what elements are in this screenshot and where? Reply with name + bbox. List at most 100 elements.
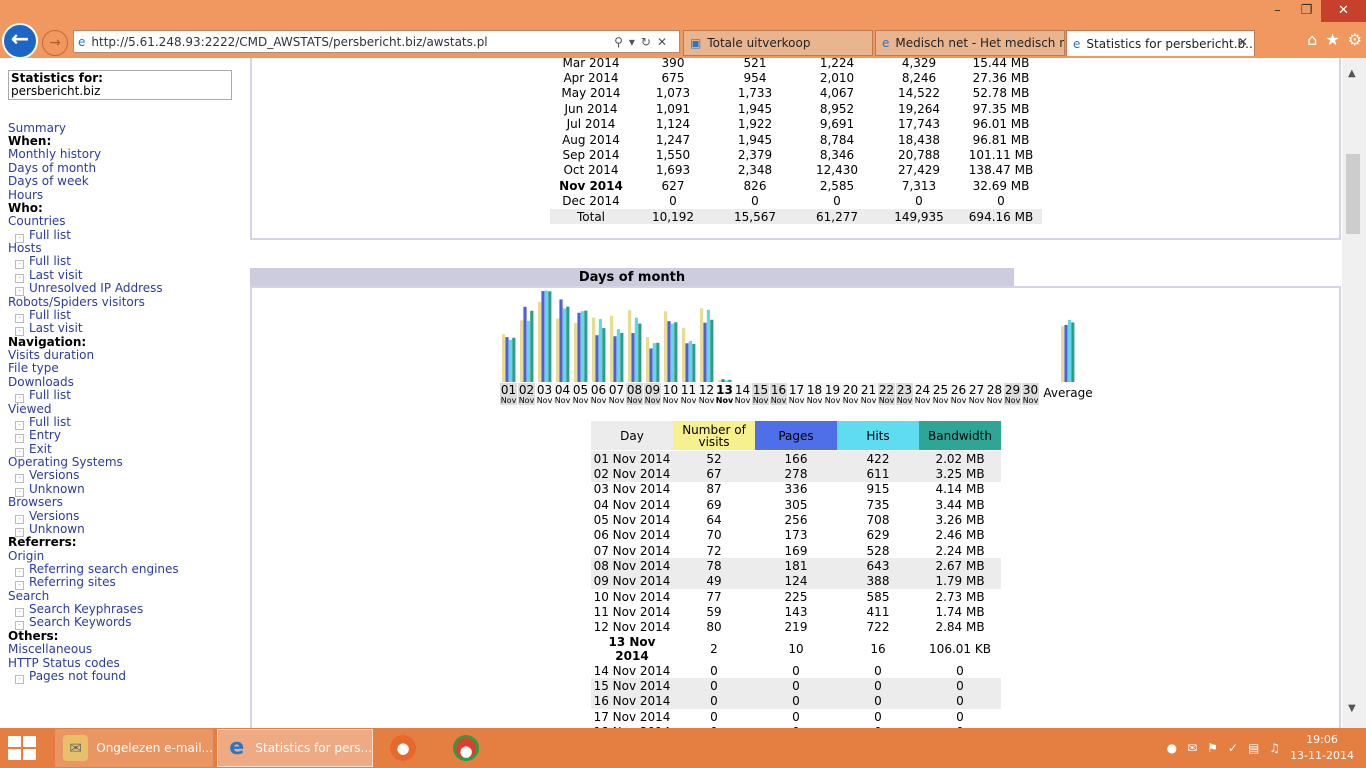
table-cell: 10 Nov 2014 [593,589,671,604]
bar-visits-02 [520,320,524,382]
bar-bandwidth-01 [512,337,516,382]
scrollbar-thumb[interactable] [1346,154,1360,234]
monthly-history-table: Mar 2014 390 521 1,224 4,329 15.44 MB Apr 2014… [550,58,1042,225]
table-row: 07 Nov 2014 72 169 528 2.24 MB [591,543,1001,558]
table-cell: 16 [870,642,886,657]
table-cell: 0 [669,194,677,209]
taskbar-chrome[interactable]: ● [445,729,495,767]
address-bar[interactable]: e http://5.61.248.93:2222/CMD_AWSTATS/pe… [73,30,680,53]
bar-bandwidth-11 [692,343,696,382]
menu-link-file-type[interactable]: File type [8,362,59,375]
tab-medisch-net[interactable]: e Medisch net - Het medisch n... [875,30,1065,56]
menu-link-pages-not-found[interactable]: - Pages not found [15,670,126,684]
close-window-button[interactable]: ✕ [1321,0,1366,22]
antivirus-icon[interactable]: ● [1167,741,1177,755]
bar-visits-04 [556,318,560,382]
bar-pages-06 [595,335,599,382]
menu-link-miscellaneous[interactable]: Miscellaneous [8,643,92,656]
settings-gear-icon[interactable]: ⚙ [1348,30,1362,49]
maximize-button[interactable]: ❐ [1292,0,1321,22]
clock[interactable]: 19:06 13-11-2014 [1290,732,1354,764]
menu-label: Referring sites [29,575,116,589]
day-tick-label: 09 [645,383,660,397]
favorites-icon[interactable]: ★ [1325,30,1339,49]
bar-pages-05 [577,312,581,382]
day-tick-label: 06 [591,383,606,397]
table-cell: 826 [743,178,767,193]
menu-link-browsers[interactable]: Browsers [8,496,63,509]
taskbar-mail[interactable]: ✉ Ongelezen e-mail... [55,729,213,767]
month-tick-label: Nov [501,396,517,405]
menu-label: Monthly history [8,147,102,161]
vertical-scrollbar[interactable]: ▲ ▼ [1342,58,1366,728]
menu-link-referring-sites[interactable]: - Referring sites [15,576,116,590]
table-cell: 219 [784,620,808,635]
day-tick-label: 05 [573,383,588,397]
bar-pages-13 [721,379,725,382]
volume-icon[interactable]: ♫ [1269,741,1280,755]
table-cell: 0 [710,694,718,709]
network-icon[interactable]: ▤ [1248,741,1259,755]
table-cell: 06 Nov 2014 [593,528,671,543]
bar-average-pages [1064,324,1068,382]
menu-label: Countries [8,214,66,228]
minimize-button[interactable]: – [1263,0,1292,22]
shield-check-icon[interactable]: ✓ [1228,741,1238,755]
day-tick-label: 11 [681,383,696,397]
menu-link-versions[interactable]: - Versions [15,469,79,483]
address-url[interactable]: http://5.61.248.93:2222/CMD_AWSTATS/pers… [91,35,614,49]
bar-visits-03 [538,301,542,382]
windows-start-icon[interactable] [8,736,38,761]
home-icon[interactable]: ⌂ [1307,30,1317,49]
tab-statistics[interactable]: e Statistics for persbericht.b... ✕ [1066,30,1255,56]
table-cell: 1,945 [737,132,773,147]
bar-hits-07 [616,329,620,382]
table-cell: 05 Nov 2014 [593,513,671,528]
forward-button[interactable]: → [42,30,68,56]
menu-link-entry[interactable]: - Entry [15,429,61,443]
tab-totale-uitverkoop[interactable]: ▣ Totale uitverkoop [683,30,873,56]
menu-link-countries[interactable]: Countries [8,215,66,228]
menu-label: Unresolved IP Address [29,281,163,295]
bar-hits-05 [580,311,584,382]
address-tools[interactable]: ⚲▾↻✕ [614,35,679,49]
close-tab-icon[interactable]: ✕ [1238,35,1248,49]
table-cell: 2.84 MB [935,620,985,635]
mail-tray-icon[interactable]: ✉ [1187,741,1197,755]
bar-pages-08 [631,333,635,382]
menu-label: File type [8,361,59,375]
bar-pages-07 [613,336,617,382]
menu-link-days-of-week[interactable]: Days of week [8,175,89,188]
scroll-up-icon[interactable]: ▲ [1348,68,1356,79]
table-cell: Apr 2014 [563,71,619,86]
table-row: Apr 2014 675 954 2,010 8,246 27.36 MB [550,70,1042,85]
table-cell: 97.35 MB [972,101,1030,116]
bar-visits-01 [502,334,506,382]
menu-link-search-keywords[interactable]: - Search Keywords [15,616,132,630]
menu-link-unresolved-ip-address[interactable]: - Unresolved IP Address [15,282,163,296]
table-row: Oct 2014 1,693 2,348 12,430 27,429 138.47 MB [550,163,1042,178]
window-controls: – ❐ ✕ [1263,0,1366,22]
scroll-down-icon[interactable]: ▼ [1348,703,1356,714]
menu-link-full-list[interactable]: - Full list [15,255,71,269]
bar-hits-02 [526,320,530,382]
table-row: 16 Nov 2014 0 0 0 0 [591,693,1001,710]
table-cell: 169 [784,543,808,558]
menu-link-full-list[interactable]: - Full list [15,389,71,403]
table-cell: Mar 2014 [562,58,620,70]
table-row: 17 Nov 2014 0 0 0 0 [591,709,1001,724]
bar-visits-08 [628,310,632,382]
back-button[interactable]: ← [2,23,38,59]
table-cell: 8,346 [819,148,855,163]
table-cell: 14,522 [898,86,940,101]
menu-link-last-visit[interactable]: - Last visit [15,322,83,336]
table-cell: 1,247 [655,132,691,147]
table-cell: 0 [710,709,718,724]
table-row: 02 Nov 2014 67 278 611 3.25 MB [591,466,1001,482]
taskbar-ie[interactable]: e Statistics for pers... [217,729,373,767]
menu-link-monthly-history[interactable]: Monthly history [8,148,101,161]
menu-label: Others: [8,629,59,643]
flag-icon[interactable]: ⚑ [1207,741,1218,755]
table-cell: 49 [706,574,722,589]
taskbar-firefox[interactable]: ● [382,729,432,767]
